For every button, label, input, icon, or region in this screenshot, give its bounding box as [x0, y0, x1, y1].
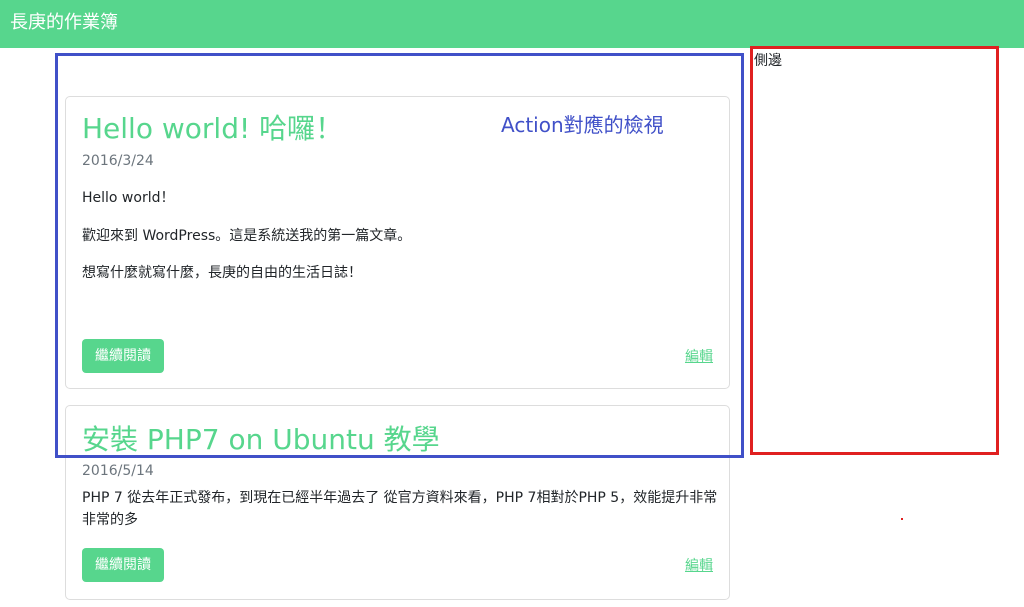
read-more-button[interactable]: 繼續閱讀 [82, 548, 164, 582]
top-navbar: 長庚的作業簿 [0, 0, 1024, 48]
post-excerpt: PHP 7 從去年正式發布，到現在已經半年過去了 從官方資料來看，PHP 7相對… [82, 490, 718, 528]
edit-link[interactable]: 編輯 [685, 557, 713, 575]
sidebar-label: 側邊 [754, 53, 782, 69]
site-brand-link[interactable]: 長庚的作業簿 [10, 11, 118, 35]
stray-dot [901, 518, 903, 520]
action-view-annotation-label: Action對應的檢視 [501, 113, 664, 137]
post-date: 2016/5/14 [82, 463, 154, 479]
sidebar-annotation-box [750, 46, 999, 455]
